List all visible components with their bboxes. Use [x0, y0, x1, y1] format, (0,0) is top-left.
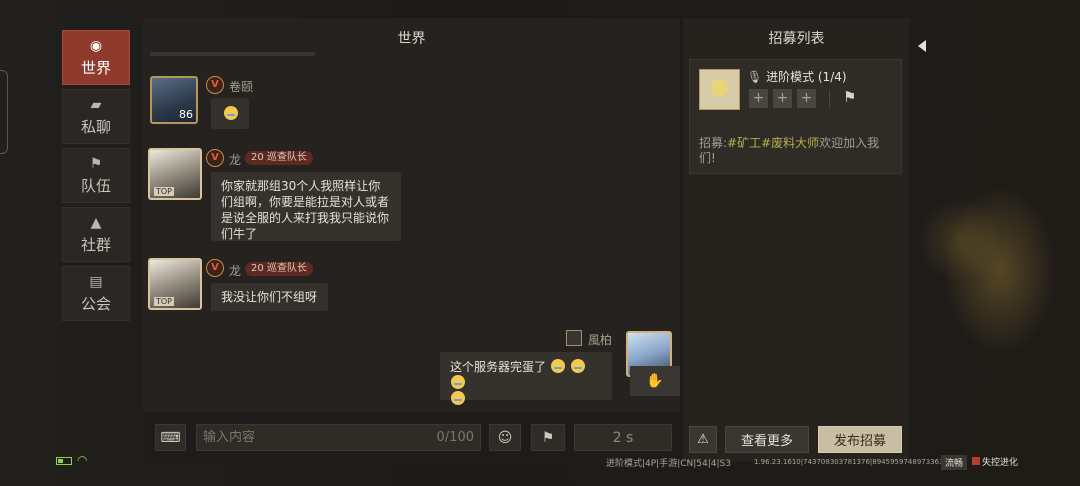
avatar[interactable]: TOP: [148, 148, 202, 200]
crying-emoji-icon: [570, 359, 585, 373]
recruit-mode-label: 进阶模式 (1/4): [766, 70, 847, 84]
message-bubble: 你家就那组30个人我照样让你们组啊，你要是能拉是对人或者是说全服的人来打我我只能…: [211, 172, 401, 241]
recruit-mode: 🎙 进阶模式 (1/4): [747, 68, 847, 85]
crying-emoji-icon: [451, 375, 465, 389]
recruit-prefix: 招募:: [699, 136, 728, 150]
vip-badge: V: [206, 149, 224, 167]
sidebar-item-label: 世界: [80, 58, 111, 77]
message-text: 这个服务器完蛋了: [450, 360, 547, 374]
left-edge-handle[interactable]: [0, 70, 8, 154]
sidebar-item-private[interactable]: ▰ 私聊: [62, 89, 130, 144]
message-bubble: 我没让你们不组呀: [211, 283, 328, 311]
divider: [829, 90, 830, 108]
message-bubble: [211, 98, 249, 129]
username[interactable]: 龙: [229, 262, 241, 279]
channel-switch-button[interactable]: ⌨: [155, 424, 186, 451]
sidebar-item-label: 社群: [80, 235, 111, 254]
view-more-button[interactable]: 查看更多: [725, 426, 809, 453]
flag-icon: ⚑: [89, 155, 103, 172]
keyboard-icon: ⌨: [160, 429, 181, 446]
message-divider: [150, 52, 315, 56]
wifi-icon: ◠: [77, 453, 88, 467]
network-status: 流畅: [941, 455, 968, 470]
username[interactable]: 卷颐: [229, 78, 253, 95]
char-counter: 0/100: [436, 430, 474, 445]
sidebar-item-label: 私聊: [80, 117, 111, 136]
username[interactable]: 龙: [229, 151, 241, 168]
vip-badge: V: [206, 259, 224, 277]
rank-label: TOP: [154, 297, 175, 306]
recruit-title: 招募列表: [768, 31, 825, 47]
microphone-icon: 🎙: [747, 70, 763, 84]
report-button[interactable]: ⚠: [689, 426, 717, 453]
logo-mark-icon: [972, 457, 980, 465]
sidebar-item-community[interactable]: ▲ 社群: [62, 207, 130, 262]
collapse-arrow-icon[interactable]: [918, 40, 926, 52]
player-level: 86: [179, 108, 193, 121]
title-tag: 20 巡查队长: [245, 262, 313, 276]
recruiter-avatar[interactable]: [699, 69, 740, 110]
emoji-button[interactable]: ☺: [489, 424, 521, 451]
channel-sidebar: ◉ 世界 ▰ 私聊 ⚑ 队伍 ▲ 社群 ▤ 公会: [62, 30, 130, 325]
guild-emblem-icon: [566, 330, 582, 346]
crying-emoji-icon: [451, 391, 465, 405]
crying-emoji-icon: [550, 359, 565, 373]
sidebar-item-label: 队伍: [80, 176, 111, 195]
chat-title: 世界: [397, 31, 426, 47]
flag-button[interactable]: ⚑: [531, 424, 565, 451]
report-icon[interactable]: ✋: [630, 366, 680, 396]
recruit-highlight: #矿工#废料大师: [727, 136, 820, 150]
flag-arrow-icon: ⚑: [541, 429, 555, 446]
sidebar-item-guild[interactable]: ▤ 公会: [62, 266, 130, 321]
sidebar-item-team[interactable]: ⚑ 队伍: [62, 148, 130, 203]
title-tag: 20 巡查队长: [245, 151, 313, 165]
banner-icon: ▤: [89, 273, 103, 290]
empty-slot[interactable]: +: [797, 89, 816, 108]
sidebar-item-label: 公会: [80, 294, 111, 313]
smiley-icon: ☺: [497, 429, 513, 446]
globe-icon: ◉: [89, 37, 103, 54]
server-info: 进阶模式|4P|手游|CN|54|4|S3: [606, 459, 731, 469]
message-bubble: 这个服务器完蛋了: [440, 352, 612, 405]
publish-recruit-button[interactable]: 发布招募: [818, 426, 902, 453]
smile-emoji-icon: [224, 106, 238, 120]
username[interactable]: 風柏: [588, 331, 612, 348]
build-info: 1.96.23.1610|743708303781376|89459597489…: [754, 458, 948, 466]
empty-slot[interactable]: +: [773, 89, 792, 108]
recruit-message: 招募:#矿工#废料大师欢迎加入我们!: [699, 136, 889, 166]
vip-badge: V: [206, 76, 224, 94]
send-button[interactable]: 2 s: [574, 424, 672, 451]
campfire-icon: ▲: [90, 214, 102, 231]
chat-input[interactable]: 0/100: [196, 424, 481, 451]
game-logo: 失控进化: [972, 455, 1018, 468]
chat-bubble-icon: ▰: [90, 96, 102, 113]
empty-slot[interactable]: +: [749, 89, 768, 108]
logo-text: 失控进化: [982, 458, 1019, 468]
chat-input-field[interactable]: [203, 430, 403, 445]
warning-icon: ⚠: [697, 432, 709, 447]
rank-label: TOP: [154, 187, 175, 196]
battery-icon: [56, 457, 72, 465]
avatar[interactable]: TOP: [148, 258, 202, 310]
sidebar-item-world[interactable]: ◉ 世界: [62, 30, 130, 85]
join-flag-icon[interactable]: ⚑: [843, 88, 856, 106]
avatar[interactable]: 86: [150, 76, 198, 124]
